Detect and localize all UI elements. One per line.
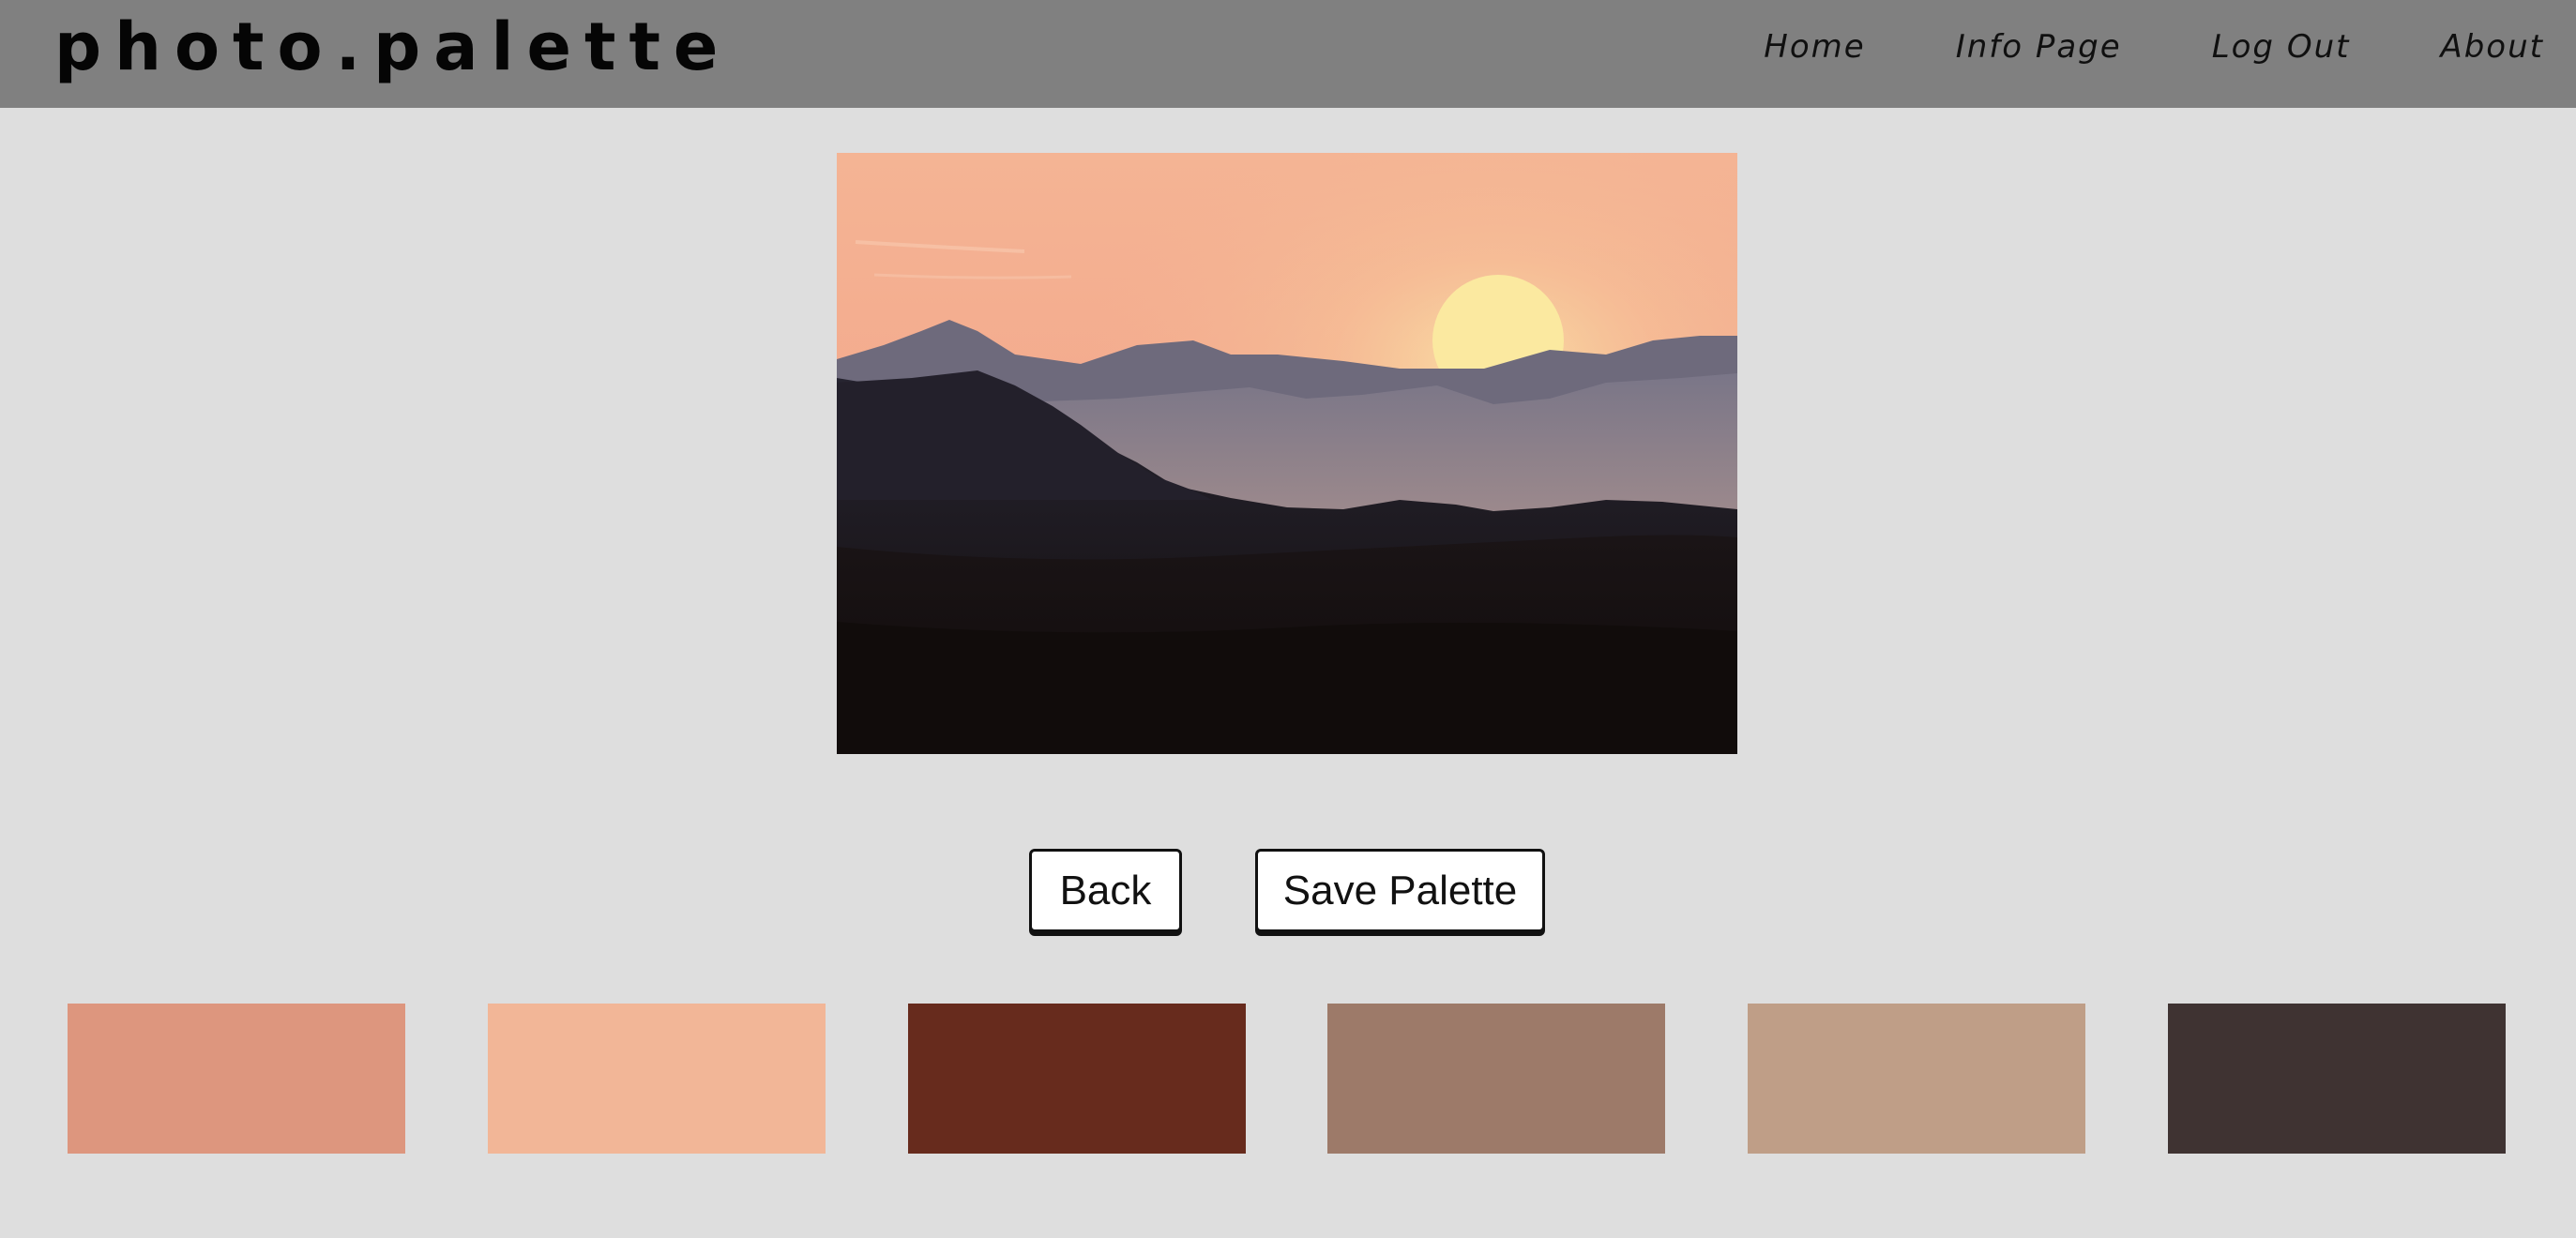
palette-swatch-2 [488,1004,826,1154]
site-logo[interactable]: photo.palette [54,0,731,94]
nav-home-link[interactable]: Home [1764,28,1865,66]
palette-swatch-3 [908,1004,1246,1154]
nav-log-out-link[interactable]: Log Out [2212,28,2351,66]
nav-about-link[interactable]: About [2440,28,2544,66]
nav-info-page-link[interactable]: Info Page [1956,28,2122,66]
main-nav: Home Info Page Log Out About [1764,0,2544,94]
palette-swatch-4 [1327,1004,1665,1154]
save-palette-button[interactable]: Save Palette [1255,849,1545,932]
top-navigation-bar: photo.palette Home Info Page Log Out Abo… [0,0,2576,108]
palette-swatch-6 [2168,1004,2506,1154]
back-button[interactable]: Back [1029,849,1182,932]
palette-swatch-1 [68,1004,405,1154]
uploaded-photo [837,153,1737,754]
palette-swatch-5 [1748,1004,2085,1154]
